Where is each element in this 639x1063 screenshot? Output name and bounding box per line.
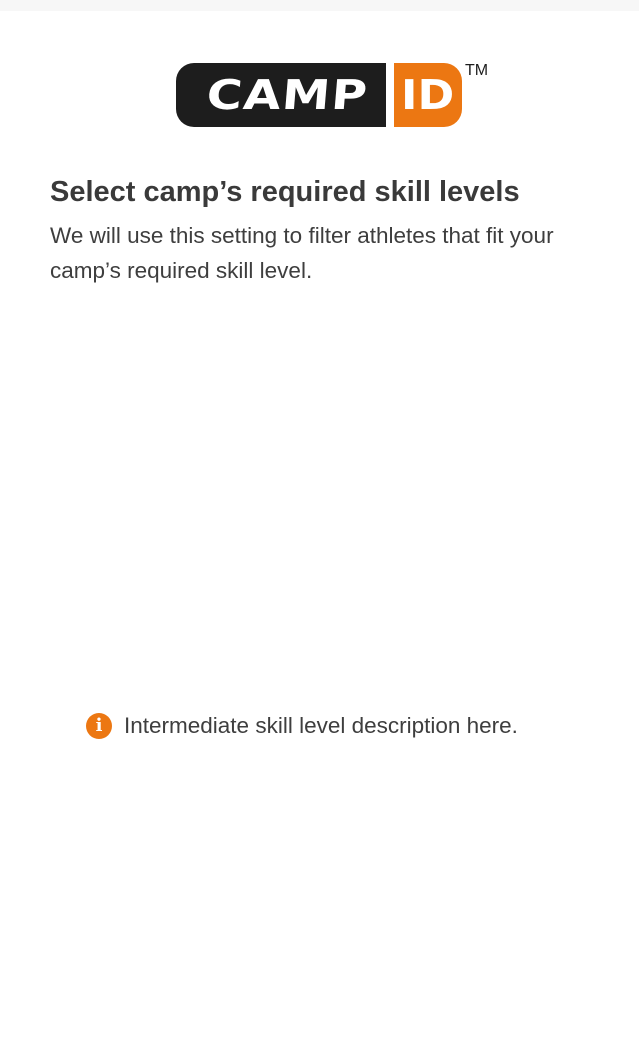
status-bar xyxy=(0,0,639,11)
skill-level-description: i Intermediate skill level description h… xyxy=(86,711,518,741)
info-icon: i xyxy=(86,713,112,739)
logo-accent-panel: ID xyxy=(394,63,462,127)
logo-camp-text: CAMP xyxy=(204,70,370,119)
page-title: Select camp’s required skill levels xyxy=(50,176,520,208)
logo-separator xyxy=(386,63,394,127)
logo-dark-panel: CAMP xyxy=(176,63,398,127)
logo-trademark: TM xyxy=(465,62,489,79)
campid-logo: CAMP ID TM xyxy=(176,60,494,130)
skill-level-description-text: Intermediate skill level description her… xyxy=(124,713,518,738)
page-subtitle: We will use this setting to filter athle… xyxy=(50,223,554,283)
logo-id-text: ID xyxy=(401,70,455,119)
